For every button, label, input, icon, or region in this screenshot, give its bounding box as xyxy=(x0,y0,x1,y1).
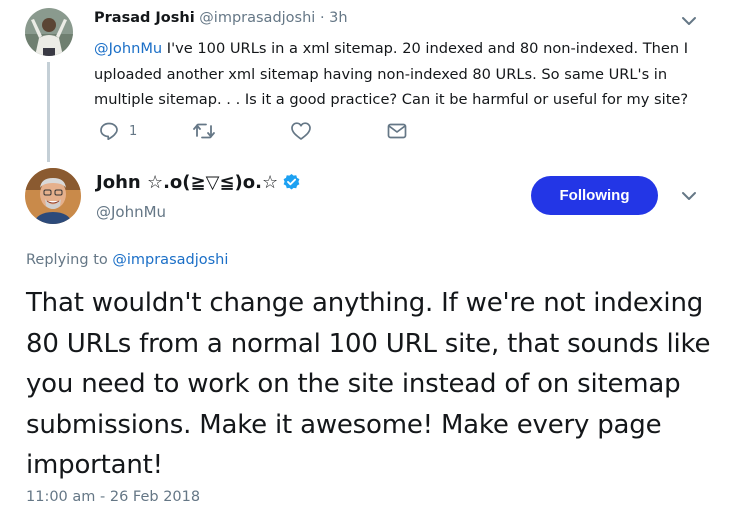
parent-tweet-text: @JohnMu I've 100 URLs in a xml sitemap. … xyxy=(94,36,714,113)
retweet-action[interactable] xyxy=(192,121,216,141)
parent-tweet-time[interactable]: 3h xyxy=(329,10,347,26)
like-action[interactable] xyxy=(290,121,312,141)
main-author-avatar[interactable] xyxy=(25,168,81,224)
chevron-down-icon[interactable] xyxy=(680,187,698,205)
thread-connector-line xyxy=(47,62,50,162)
header-separator: · xyxy=(319,10,325,26)
parent-author-handle[interactable]: @imprasadjoshi xyxy=(199,10,315,26)
message-action[interactable] xyxy=(386,121,408,141)
tweet-timestamp[interactable]: 11:00 am - 26 Feb 2018 xyxy=(26,489,200,505)
parent-tweet-header: Prasad Joshi @imprasadjoshi · 3h xyxy=(94,10,348,26)
main-tweet-text: That wouldn't change anything. If we're … xyxy=(26,288,711,481)
replying-to-handle-link[interactable]: @imprasadjoshi xyxy=(112,252,228,268)
reply-icon[interactable] xyxy=(99,121,119,141)
verified-badge-icon xyxy=(283,173,300,190)
chevron-down-icon[interactable] xyxy=(680,12,698,30)
reply-count: 1 xyxy=(129,123,138,139)
retweet-icon[interactable] xyxy=(192,121,216,141)
main-author-name[interactable]: John ☆.o(≧▽≦)o.☆ xyxy=(96,172,301,193)
main-author-display-name[interactable]: John ☆.o(≧▽≦)o.☆ xyxy=(96,172,278,193)
parent-author-avatar[interactable] xyxy=(25,8,73,56)
replying-to-prefix: Replying to xyxy=(26,252,113,268)
envelope-icon[interactable] xyxy=(386,121,408,141)
reply-action[interactable]: 1 xyxy=(99,121,137,141)
parent-mention-link[interactable]: @JohnMu xyxy=(94,40,162,57)
heart-icon[interactable] xyxy=(290,121,312,141)
parent-tweet-body: I've 100 URLs in a xml sitemap. 20 index… xyxy=(94,40,689,108)
parent-author-name[interactable]: Prasad Joshi xyxy=(94,10,195,26)
following-button[interactable]: Following xyxy=(531,176,658,215)
main-author-handle[interactable]: @JohnMu xyxy=(96,203,166,221)
replying-to-line: Replying to @imprasadjoshi xyxy=(26,252,228,268)
